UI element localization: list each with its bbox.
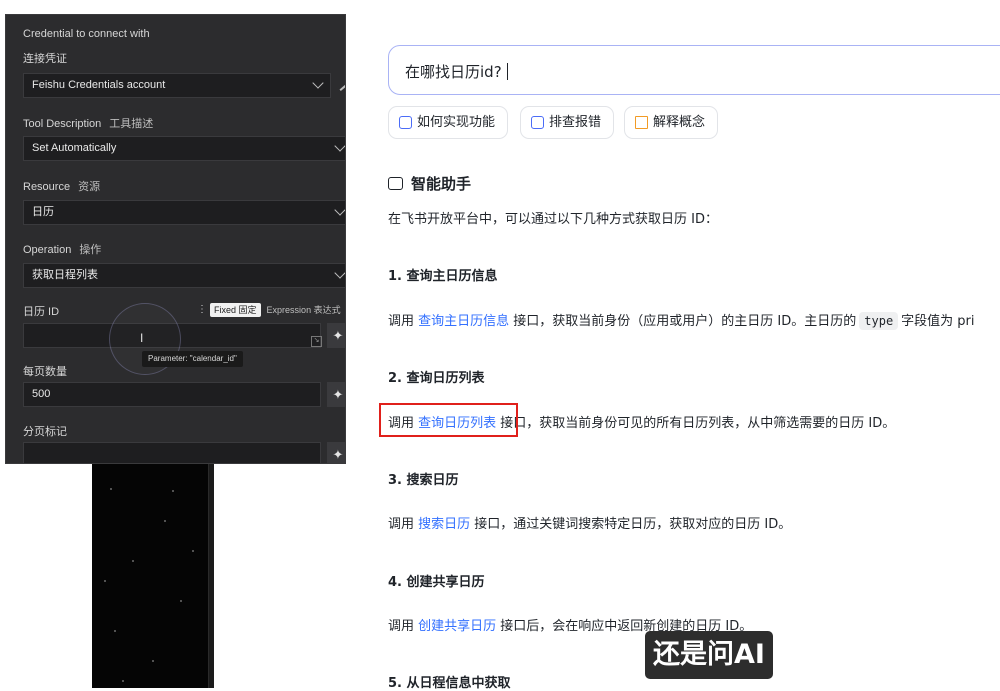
text-cursor-icon: I — [140, 331, 144, 345]
operation-value: 获取日程列表 — [32, 269, 98, 281]
inline-code: type — [859, 312, 899, 330]
api-link[interactable]: 搜索日历 — [418, 517, 470, 532]
ai-sparkle-button[interactable]: ✦ — [327, 382, 345, 407]
chip-troubleshoot[interactable]: 排查报错 — [520, 106, 615, 139]
chevron-down-icon — [334, 267, 345, 279]
chip-explain-concept[interactable]: 解释概念 — [624, 106, 719, 139]
assistant-title: 智能助手 — [388, 173, 471, 194]
section-heading: 1. 查询主日历信息 — [388, 269, 498, 284]
chevron-down-icon — [312, 77, 324, 89]
page-token-label: 分页标记 — [23, 426, 67, 438]
expand-icon[interactable]: ↘ — [311, 336, 322, 347]
resource-select[interactable]: 日历 — [23, 200, 345, 225]
chip-how-to-implement[interactable]: 如何实现功能 — [388, 106, 509, 139]
page-size-label: 每页数量 — [23, 366, 67, 378]
page-size-input[interactable]: 500 — [23, 382, 321, 407]
operation-select[interactable]: 获取日程列表 — [23, 263, 345, 288]
tool-description-label: Tool Description 工具描述 — [23, 118, 154, 130]
book-icon — [635, 116, 648, 129]
panel-divider — [208, 460, 214, 688]
red-highlight-box — [379, 403, 518, 437]
background-dot — [132, 560, 134, 562]
background-dot — [180, 600, 182, 602]
ai-sparkle-button[interactable]: ✦ — [327, 323, 345, 348]
fixed-mode-button[interactable]: Fixed 固定 — [210, 303, 261, 317]
operation-options-icon[interactable]: ⋮ — [343, 241, 345, 252]
calendar-id-label: 日历 ID — [23, 306, 60, 318]
background-dot — [152, 660, 154, 662]
fixed-expression-toggle[interactable]: Fixed 固定 Expression 表达式 — [210, 303, 341, 317]
api-link[interactable]: 查询主日历信息 — [418, 314, 509, 329]
credential-value: Feishu Credentials account — [32, 79, 166, 91]
background-dot — [122, 680, 124, 682]
field-options-icon[interactable]: ⋮ — [197, 305, 207, 315]
background-app-strip — [92, 460, 214, 688]
section-heading: 4. 创建共享日历 — [388, 575, 485, 590]
ai-sparkle-button[interactable]: ✦ — [327, 442, 345, 463]
credential-select[interactable]: Feishu Credentials account — [23, 73, 331, 98]
chevron-down-icon — [334, 204, 345, 216]
chat-icon — [388, 177, 403, 190]
section-body: 调用 查询主日历信息 接口，获取当前身份（应用或用户）的主日历 ID。主日历的 t… — [388, 312, 975, 330]
background-dot — [164, 520, 166, 522]
section-body: 调用 搜索日历 接口，通过关键词搜索特定日历，获取对应的日历 ID。 — [388, 517, 792, 532]
parameter-tooltip: Parameter: "calendar_id" — [142, 351, 243, 367]
tool-description-select[interactable]: Set Automatically — [23, 136, 345, 161]
background-dot — [110, 488, 112, 490]
api-link[interactable]: 创建共享日历 — [418, 619, 496, 634]
credential-label: Credential to connect with — [23, 28, 150, 40]
answer-intro: 在飞书开放平台中，可以通过以下几种方式获取日历 ID： — [388, 212, 718, 227]
resource-label: Resource 资源 — [23, 181, 101, 193]
background-dot — [104, 580, 106, 582]
background-dot — [192, 550, 194, 552]
search-doc-icon — [399, 116, 412, 129]
section-heading: 2. 查询日历列表 — [388, 371, 485, 386]
section-heading: 3. 搜索日历 — [388, 473, 459, 488]
resource-value: 日历 — [32, 206, 54, 218]
tool-description-value: Set Automatically — [32, 142, 117, 154]
chat-bug-icon — [531, 116, 544, 129]
video-subtitle: 还是问AI — [645, 631, 773, 679]
chevron-down-icon — [334, 140, 345, 152]
section-heading: 5. 从日程信息中获取 — [388, 676, 511, 691]
operation-label: Operation 操作 — [23, 244, 102, 256]
edit-pencil-icon[interactable] — [339, 83, 345, 91]
background-dot — [114, 630, 116, 632]
background-dot — [172, 490, 174, 492]
question-text: 在哪找日历id? — [405, 61, 508, 82]
expression-mode-button[interactable]: Expression 表达式 — [267, 303, 341, 317]
page-token-input[interactable] — [23, 442, 321, 463]
credential-label-zh: 连接凭证 — [23, 53, 67, 65]
node-parameters-panel: Credential to connect with 连接凭证 Feishu C… — [5, 14, 346, 464]
question-input[interactable]: 在哪找日历id? — [388, 45, 1000, 95]
